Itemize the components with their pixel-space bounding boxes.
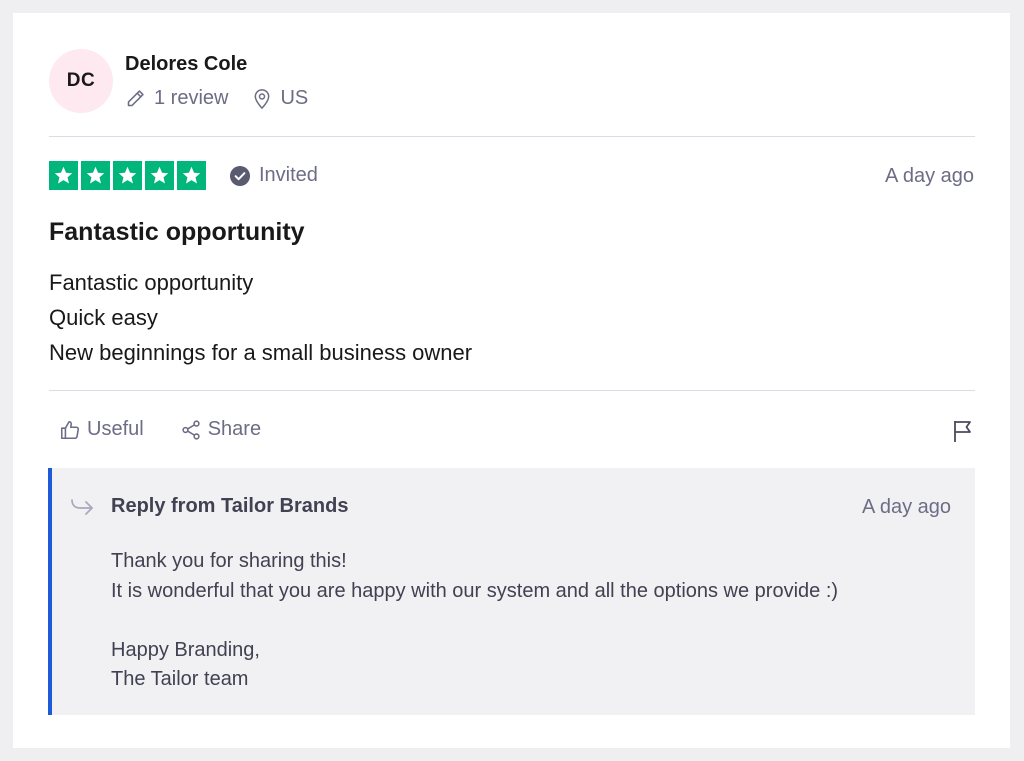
share-button[interactable]: Share [180,418,261,441]
star-rating [49,161,206,190]
useful-label: Useful [87,418,144,440]
review-count-label: 1 review [154,87,229,109]
avatar: DC [49,49,113,113]
divider [49,136,975,137]
review-body-line: New beginnings for a small business owne… [49,340,473,365]
invited-label: Invited [259,164,318,186]
reply-line: Thank you for sharing this! [111,550,347,572]
review-title: Fantastic opportunity [49,218,305,246]
reply-line: Happy Branding, [111,638,260,661]
star-icon [145,161,174,190]
pencil-icon [127,90,144,107]
reviewer-meta: 1 review US [125,87,308,110]
share-icon [182,419,200,440]
flag-icon [954,421,971,442]
invited-badge[interactable]: Invited [230,164,318,187]
reply-line [111,606,838,636]
reply-text: Thank you for sharing this! It is wonder… [111,547,838,695]
reviewer-location: US [252,87,308,110]
review-card: DC Delores Cole 1 review US Invited A da… [13,13,1010,748]
reply-line: The Tailor team [111,668,249,690]
review-count: 1 review [125,87,228,110]
review-body-line: Quick easy [49,305,158,330]
star-icon [177,161,206,190]
divider [49,390,975,391]
report-flag-button[interactable] [952,419,974,448]
reply-date: A day ago [862,496,951,518]
review-date: A day ago [885,165,974,187]
review-body: Fantastic opportunity Quick easy New beg… [49,265,472,370]
star-icon [81,161,110,190]
reply-author: Reply from Tailor Brands [111,495,349,517]
star-icon [49,161,78,190]
location-pin-icon [255,88,270,109]
reviewer-country: US [280,87,309,109]
review-body-line: Fantastic opportunity [49,270,254,295]
share-label: Share [207,418,262,440]
reviewer-name[interactable]: Delores Cole [125,53,247,76]
star-icon [113,161,142,190]
verified-check-icon [230,165,250,186]
review-actions: Useful Share [59,418,261,441]
reply-arrow-icon [71,499,93,515]
company-reply: Reply from Tailor Brands A day ago Thank… [48,468,975,715]
useful-button[interactable]: Useful [59,418,144,441]
reply-line: It is wonderful that you are happy with … [111,579,839,602]
thumbs-up-icon [60,420,80,439]
